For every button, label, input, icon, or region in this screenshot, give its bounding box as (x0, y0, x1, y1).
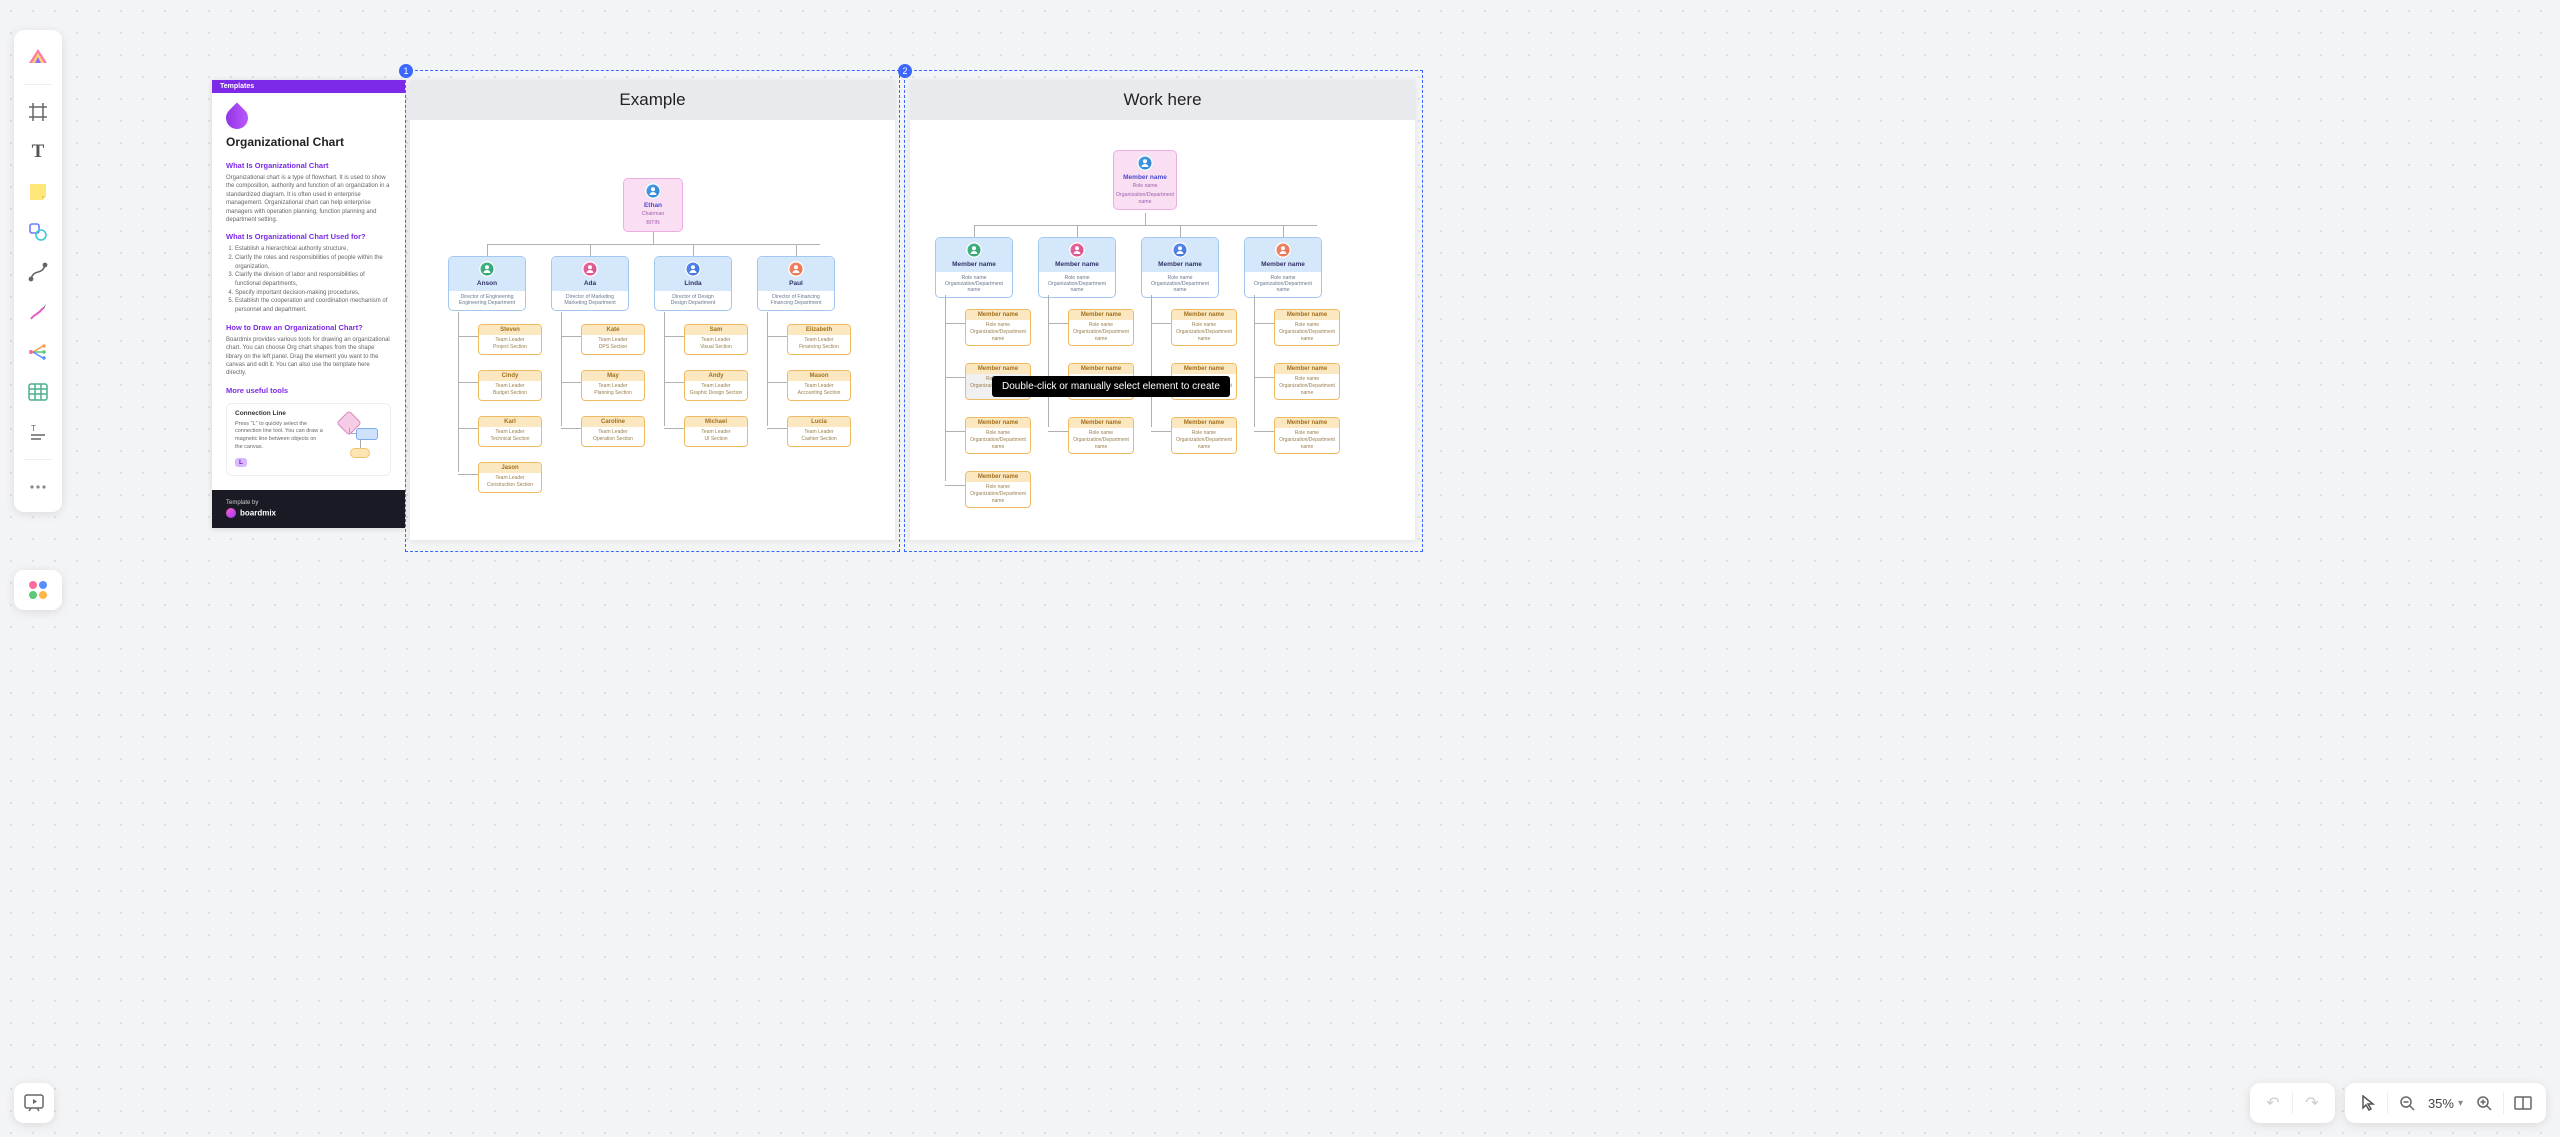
template-h1: What Is Organizational Chart (226, 161, 391, 170)
template-h3: How to Draw an Organizational Chart? (226, 323, 391, 332)
content-tool-icon[interactable]: T (21, 415, 55, 449)
tooltip: Double-click or manually select element … (992, 376, 1230, 397)
work-heading: Work here (910, 80, 1415, 120)
sticky-tool-icon[interactable] (21, 175, 55, 209)
undo-button[interactable]: ↶ (2256, 1086, 2290, 1120)
org-director-node[interactable]: PaulDirector of FinancingFinancing Depar… (757, 256, 835, 311)
pointer-mode-button[interactable] (2351, 1086, 2385, 1120)
template-list: Establish a hierarchical authority struc… (226, 245, 391, 315)
shapes-tool-icon[interactable] (21, 215, 55, 249)
org-leaf-node[interactable]: CarolineTeam LeaderOperation Section (581, 416, 645, 447)
org-leaf-node[interactable]: Member nameRole nameOrganization/Departm… (1274, 363, 1340, 400)
org-leaf-node[interactable]: Member nameRole nameOrganization/Departm… (965, 417, 1031, 454)
org-director-node[interactable]: Member nameRole nameOrganization/Departm… (1038, 237, 1116, 298)
template-p1: Organizational chart is a type of flowch… (226, 174, 391, 224)
org-leaf-node[interactable]: Member nameRole nameOrganization/Departm… (1171, 417, 1237, 454)
org-top-node[interactable]: Member nameRole nameOrganization/Departm… (1113, 150, 1177, 210)
frame-tool-icon[interactable] (21, 95, 55, 129)
org-director-node[interactable]: AdaDirector of MarketingMarketing Depart… (551, 256, 629, 311)
org-leaf-node[interactable]: Member nameRole nameOrganization/Departm… (1068, 417, 1134, 454)
apps-dock[interactable] (14, 570, 62, 610)
org-leaf-node[interactable]: Member nameRole nameOrganization/Departm… (1274, 309, 1340, 346)
connector-tool-icon[interactable] (21, 255, 55, 289)
avatar-icon (479, 261, 495, 277)
redo-button[interactable]: ↷ (2295, 1086, 2329, 1120)
org-leaf-node[interactable]: LuciaTeam LeaderCashier Section (787, 416, 851, 447)
org-director-node[interactable]: Member nameRole nameOrganization/Departm… (1141, 237, 1219, 298)
org-leaf-node[interactable]: MichaelTeam LeaderUI Section (684, 416, 748, 447)
mini-diagram (334, 410, 382, 467)
org-leaf-node[interactable]: Member nameRole nameOrganization/Departm… (965, 471, 1031, 508)
org-leaf-node[interactable]: JasonTeam LeaderConstruction Section (478, 462, 542, 493)
mind-tool-icon[interactable] (21, 335, 55, 369)
template-title: Organizational Chart (226, 135, 391, 149)
avatar-icon (788, 261, 804, 277)
avatar-icon (966, 242, 982, 258)
template-footer: Template by boardmix (212, 490, 405, 528)
org-leaf-node[interactable]: KarlTeam LeaderTechnical Section (478, 416, 542, 447)
org-leaf-node[interactable]: AndyTeam LeaderGraphic Design Section (684, 370, 748, 401)
more-tool-icon[interactable] (21, 470, 55, 504)
minimap-button[interactable] (2506, 1086, 2540, 1120)
org-leaf-node[interactable]: Member nameRole nameOrganization/Departm… (1274, 417, 1340, 454)
example-section[interactable]: Example EthanChairmanBITIN AnsonDirector … (410, 80, 895, 540)
chevron-down-icon: ▾ (2458, 1098, 2463, 1109)
zoom-in-button[interactable] (2467, 1086, 2501, 1120)
bottom-right-controls: ↶ ↷ 35%▾ (2250, 1083, 2546, 1123)
logo-icon[interactable] (20, 38, 56, 74)
avatar-icon (1172, 242, 1188, 258)
org-director-node[interactable]: Member nameRole nameOrganization/Departm… (935, 237, 1013, 298)
org-director-node[interactable]: LindaDirector of DesignDesign Department (654, 256, 732, 311)
avatar-icon (1137, 155, 1153, 171)
org-leaf-node[interactable]: SamTeam LeaderVisual Section (684, 324, 748, 355)
avatar-icon (685, 261, 701, 277)
org-director-node[interactable]: AnsonDirector of EngineeringEngineering … (448, 256, 526, 311)
org-leaf-node[interactable]: MasonTeam LeaderAccounting Section (787, 370, 851, 401)
table-tool-icon[interactable] (21, 375, 55, 409)
brand-icon (226, 508, 236, 518)
pen-tool-icon[interactable] (21, 295, 55, 329)
avatar-icon (582, 261, 598, 277)
present-button[interactable] (14, 1083, 54, 1123)
org-leaf-node[interactable]: CindyTeam LeaderBudget Section (478, 370, 542, 401)
text-tool-icon[interactable]: T (21, 135, 55, 169)
example-heading: Example (410, 80, 895, 120)
org-director-node[interactable]: Member nameRole nameOrganization/Departm… (1244, 237, 1322, 298)
org-leaf-node[interactable]: KateTeam LeaderDPS Section (581, 324, 645, 355)
template-header: Templates (212, 80, 405, 93)
work-section[interactable]: Work here Member nameRole nameOrganizati… (910, 80, 1415, 540)
zoom-level[interactable]: 35%▾ (2424, 1096, 2467, 1111)
org-leaf-node[interactable]: ElizabethTeam LeaderFinancing Section (787, 324, 851, 355)
svg-text:T: T (31, 424, 36, 433)
org-top-node[interactable]: EthanChairmanBITIN (623, 178, 683, 232)
key-badge: L (235, 458, 247, 467)
avatar-icon (1275, 242, 1291, 258)
zoom-out-button[interactable] (2390, 1086, 2424, 1120)
template-h2: What Is Organizational Chart Used for? (226, 232, 391, 241)
template-p3: Boardmix provides various tools for draw… (226, 336, 391, 378)
avatar-icon (1069, 242, 1085, 258)
org-leaf-node[interactable]: StevenTeam LeaderProject Section (478, 324, 542, 355)
template-tools-card: Connection Line Press "L" to quickly sel… (226, 403, 391, 476)
drop-icon (221, 102, 252, 133)
left-toolbar: T T (14, 30, 62, 512)
org-leaf-node[interactable]: Member nameRole nameOrganization/Departm… (1068, 309, 1134, 346)
template-panel[interactable]: Templates Organizational Chart What Is O… (212, 80, 405, 528)
org-leaf-node[interactable]: Member nameRole nameOrganization/Departm… (965, 309, 1031, 346)
org-leaf-node[interactable]: MayTeam LeaderPlanning Section (581, 370, 645, 401)
avatar-icon (645, 183, 661, 199)
org-leaf-node[interactable]: Member nameRole nameOrganization/Departm… (1171, 309, 1237, 346)
template-h4: More useful tools (226, 386, 391, 395)
